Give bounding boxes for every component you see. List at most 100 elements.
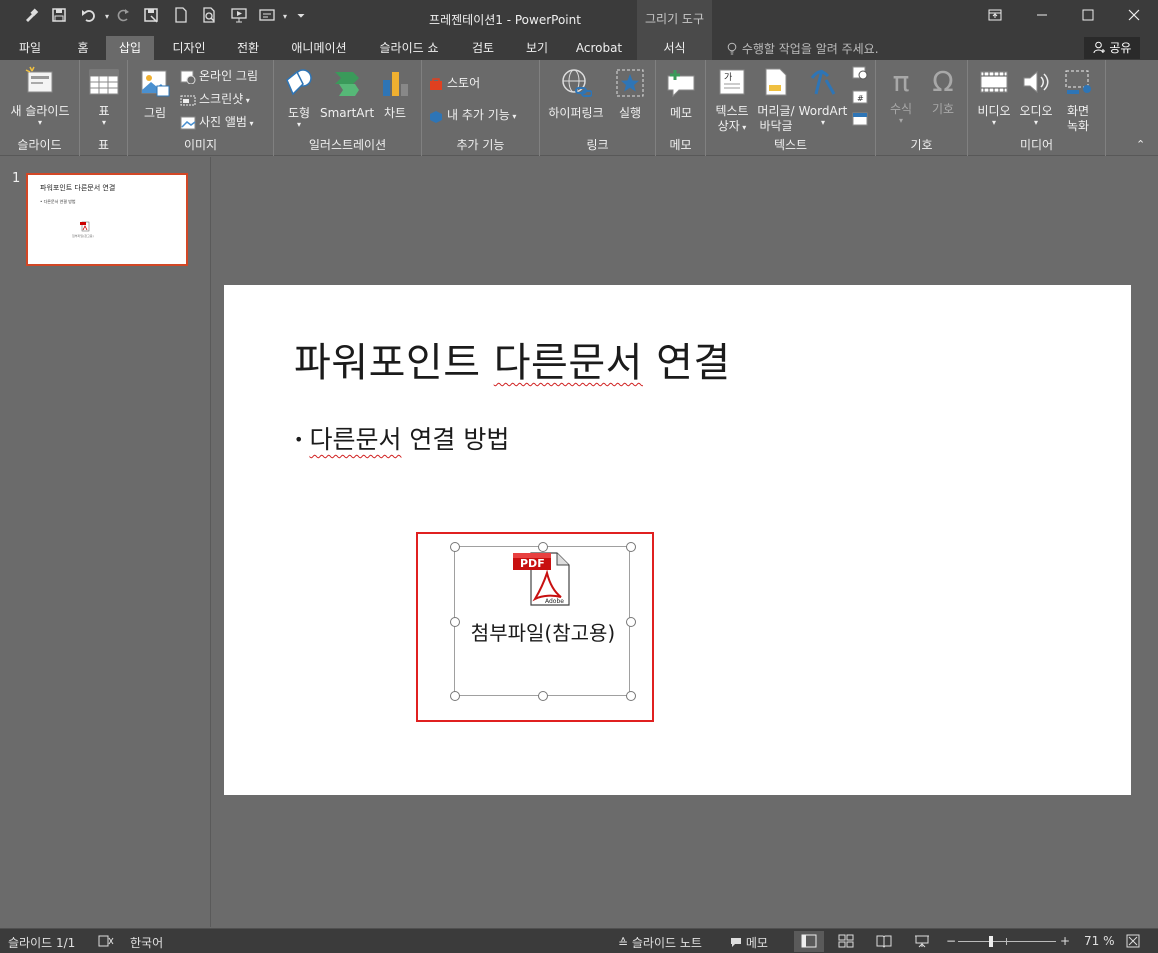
slide-bullet[interactable]: • 다른문서 연결 방법 [294,420,509,456]
object-icon[interactable] [852,112,868,129]
zoom-slider-thumb[interactable] [989,936,993,947]
customize-qat-icon[interactable]: ⏷ [290,7,312,27]
close-icon[interactable] [1111,0,1157,34]
slideshow-view-icon[interactable] [914,934,930,948]
zoom-slider-track[interactable] [958,941,1056,942]
symbol-button[interactable]: Ω 기호 [924,66,962,117]
smartart-button[interactable]: SmartArt [320,68,374,121]
table-button[interactable]: 표 ▾ [86,68,122,127]
slide-thumbnail[interactable]: 파워포인트 다른문서 연결 • 다른문서 연결 방법 첨부파일(참고용) [26,173,188,266]
group-comments-label: 메모 [669,138,692,152]
normal-view-icon[interactable] [794,931,824,952]
comment-button[interactable]: 메모 [662,68,700,121]
minimize-icon[interactable] [1019,0,1065,34]
wordart-button[interactable]: WordArt ▾ [798,68,848,127]
thumbnail-title: 파워포인트 다른문서 연결 [40,184,116,192]
tab-transitions[interactable]: 전환 [224,36,272,60]
embedded-object-caption: 첨부파일(참고용) [470,621,616,645]
start-slideshow-icon[interactable] [228,7,250,27]
omega-icon: Ω [932,65,954,98]
tab-file[interactable]: 파일 [4,36,56,60]
redo-icon[interactable] [112,7,134,27]
shapes-button[interactable]: 도형 ▾ [280,68,318,129]
screenshot-icon [180,93,196,107]
slide-bullet-text: 연결 방법 [401,425,510,454]
save-as-icon[interactable] [140,7,162,27]
comments-button[interactable]: 메모 [730,934,768,951]
tab-acrobat[interactable]: Acrobat [568,36,630,60]
resize-handle-top-left[interactable] [450,542,460,552]
group-slides-label: 슬라이드 [17,138,62,152]
hyperlink-icon [544,68,608,102]
tab-insert[interactable]: 삽입 [106,36,154,60]
tab-design[interactable]: 디자인 [162,36,216,60]
slide-thumbnail-pane: 1 파워포인트 다른문서 연결 • 다른문서 연결 방법 첨부파일(참고용) [0,157,211,927]
share-label: 공유 [1109,41,1132,55]
resize-handle-bottom-right[interactable] [626,691,636,701]
zoom-slider-center-tick [1006,938,1007,945]
fit-to-window-icon[interactable] [1126,934,1142,948]
group-symbols: π 수식 ▾ Ω 기호 기호 [876,60,968,156]
screenshot-button[interactable]: 스크린샷 ▾ [180,90,250,107]
maximize-icon[interactable] [1065,0,1111,34]
reading-view-icon[interactable] [876,934,892,948]
title-bar: ▾ ▾ ⏷ 프레젠테이션1 - PowerPoint 그리기 도구 [0,0,1158,36]
share-button[interactable]: 공유 [1084,37,1140,59]
my-addins-button[interactable]: 내 추가 기능 ▾ [428,106,516,123]
resize-handle-top[interactable] [538,542,548,552]
chart-button[interactable]: 차트 [374,68,416,121]
picture-button[interactable]: 그림 [136,68,174,121]
language-indicator[interactable]: 한국어 [130,934,163,951]
group-tables: 표 ▾ 표 [80,60,128,156]
tab-format[interactable]: 서식 [637,36,712,60]
slide-title[interactable]: 파워포인트 다른문서 연결 [294,330,731,388]
resize-handle-top-right[interactable] [626,542,636,552]
tab-home[interactable]: 홈 [62,36,104,60]
store-button[interactable]: 스토어 [428,74,480,91]
group-images-label: 이미지 [183,138,218,152]
my-addins-icon [428,109,444,123]
equation-button[interactable]: π 수식 ▾ [882,66,920,125]
ribbon-display-options-icon[interactable] [972,0,1018,34]
new-slide-button[interactable]: 새 슬라이드 ▾ [4,66,76,127]
resize-handle-bottom-left[interactable] [450,691,460,701]
tab-review[interactable]: 검토 [462,36,504,60]
tab-slideshow[interactable]: 슬라이드 쇼 [366,36,452,60]
resize-handle-bottom[interactable] [538,691,548,701]
slide-number-icon[interactable]: # [852,90,868,107]
slide-sorter-icon[interactable] [838,934,854,948]
header-footer-button[interactable]: 머리글/ 바닥글 [754,68,798,134]
new-file-icon[interactable] [170,7,192,27]
textbox-button[interactable]: 가 텍스트 상자 ▾ [710,68,754,135]
print-preview-icon[interactable] [198,7,220,27]
tell-me-box[interactable]: 수행할 작업을 알려 주세요. [726,40,879,57]
hyperlink-button[interactable]: 하이퍼링크 [544,68,608,121]
group-illustrations-label: 일러스트레이션 [308,138,387,152]
tab-view[interactable]: 보기 [514,36,560,60]
date-time-icon[interactable] [852,66,868,83]
resize-handle-left[interactable] [450,617,460,627]
lightbulb-icon [726,42,742,56]
format-painter-icon[interactable] [20,7,42,27]
video-button[interactable]: 비디오 ▾ [974,68,1014,127]
zoom-in-icon[interactable]: + [1060,934,1070,948]
audio-button[interactable]: 오디오 ▾ [1016,68,1056,127]
zoom-level[interactable]: 71 % [1084,934,1115,948]
collapse-ribbon-icon[interactable]: ⌃ [1136,138,1145,151]
zoom-out-icon[interactable]: − [946,934,956,948]
photo-album-label: 사진 앨범 [199,115,247,129]
textbox-icon: 가 [710,68,754,100]
action-button[interactable]: 실행 [612,68,648,121]
notes-button[interactable]: ≙ 슬라이드 노트 [618,934,702,951]
accessibility-check-icon[interactable] [98,934,114,948]
slide-title-text-1: 파워포인트 [294,340,494,386]
tab-animations[interactable]: 애니메이션 [282,36,356,60]
group-media: 비디오 ▾ 오디오 ▾ 화면 녹화 미디어 [968,60,1106,156]
embedded-pdf-object[interactable]: PDF Adobe 첨부파일(참고용) [450,542,636,701]
photo-album-button[interactable]: 사진 앨범 ▾ [180,113,254,130]
resize-handle-right[interactable] [626,617,636,627]
screen-recording-button[interactable]: 화면 녹화 [1058,68,1098,134]
online-picture-button[interactable]: 온라인 그림 [180,67,258,84]
save-icon[interactable] [48,7,70,27]
slide-canvas[interactable]: 파워포인트 다른문서 연결 • 다른문서 연결 방법 PDF Adobe 첨부파… [224,285,1131,795]
